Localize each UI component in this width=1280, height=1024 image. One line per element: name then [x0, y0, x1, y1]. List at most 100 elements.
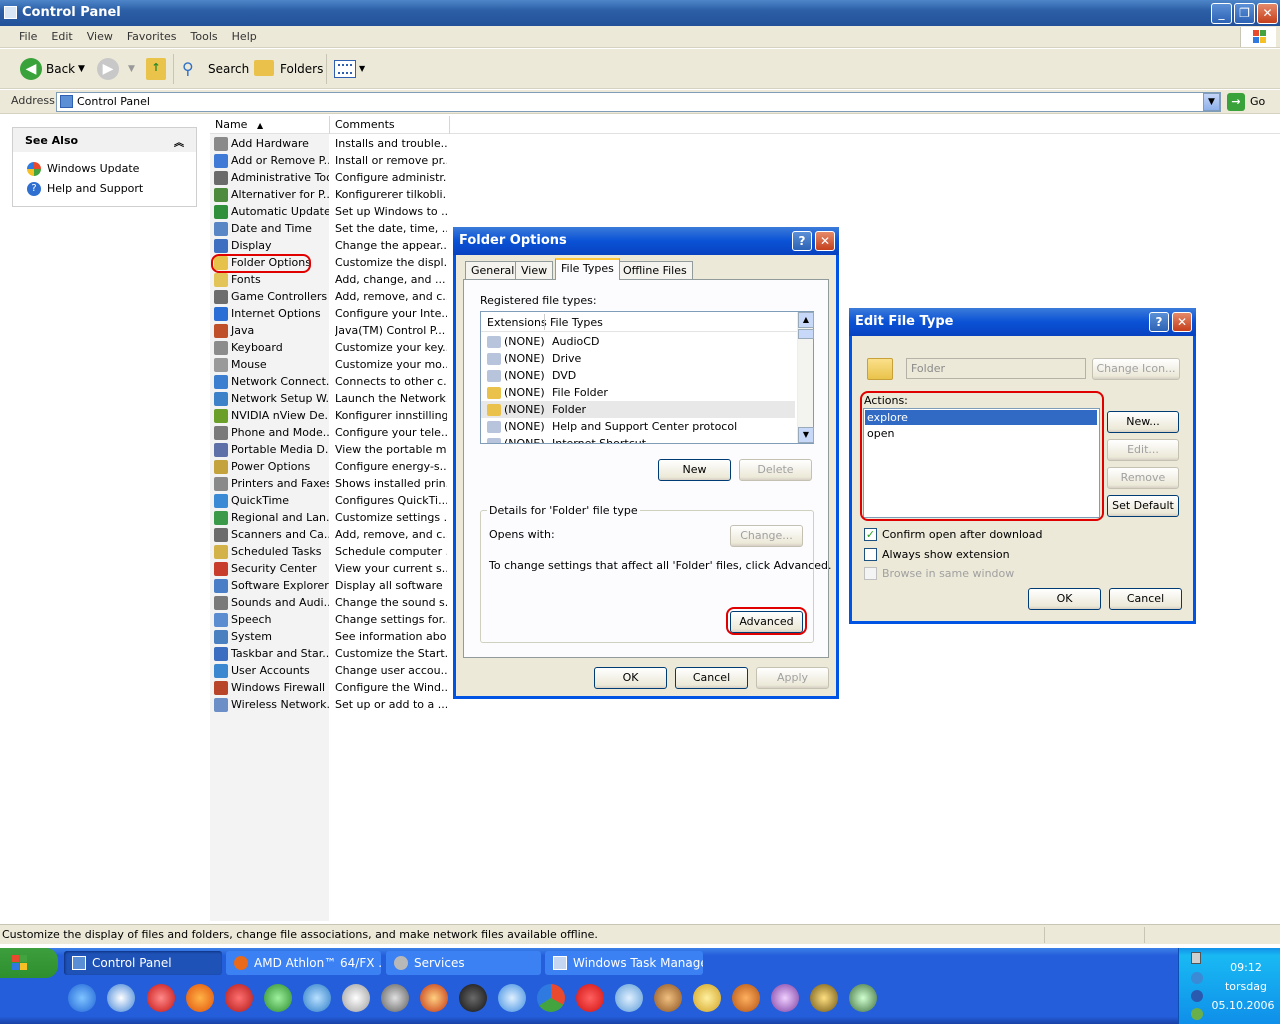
back-button[interactable]: Back [46, 57, 75, 81]
file-type-row[interactable]: (NONE) DVD [481, 367, 795, 384]
editor-icon[interactable] [381, 984, 409, 1012]
burner-icon[interactable] [420, 984, 448, 1012]
menu-tools[interactable]: Tools [184, 26, 225, 47]
confirm-open-checkbox[interactable]: ✓ [864, 528, 877, 541]
help-question-button[interactable]: ? [1149, 312, 1169, 332]
list-item[interactable]: NVIDIA nView De... [214, 407, 329, 424]
file-type-row[interactable]: (NONE) Folder [481, 401, 795, 418]
address-input[interactable]: Control Panel [56, 92, 1221, 112]
menu-view[interactable]: View [80, 26, 120, 47]
search-button[interactable]: Search [208, 57, 249, 81]
menu-edit[interactable]: Edit [44, 26, 79, 47]
delete-type-button[interactable]: Delete [739, 459, 812, 481]
firefox-icon[interactable] [186, 984, 214, 1012]
media-player-icon[interactable] [107, 984, 135, 1012]
file-type-row[interactable]: (NONE) AudioCD [481, 333, 795, 350]
task-control-panel[interactable]: Control Panel [64, 951, 222, 975]
clock-time[interactable]: 09:12 [1213, 961, 1279, 974]
tab-general[interactable]: General [465, 261, 521, 279]
list-item[interactable]: Phone and Mode... [214, 424, 329, 441]
up-folder-icon[interactable]: ↑ [146, 58, 166, 80]
forward-button[interactable]: ▶ [97, 58, 119, 80]
see-also-header[interactable]: See Also ︽ [13, 128, 196, 152]
edit-file-type-ok-button[interactable]: OK [1028, 588, 1101, 610]
list-item[interactable]: Mouse [214, 356, 329, 373]
new-type-button[interactable]: New [658, 459, 731, 481]
list-item[interactable]: Add or Remove P... [214, 152, 329, 169]
search-icon[interactable]: ⚲ [182, 57, 194, 81]
file-type-row[interactable]: (NONE) Drive [481, 350, 795, 367]
list-item[interactable]: Network Setup W... [214, 390, 329, 407]
list-item[interactable]: Regional and Lan... [214, 509, 329, 526]
update-tray-icon[interactable] [1191, 1008, 1203, 1020]
list-item[interactable]: Power Options [214, 458, 329, 475]
notes-icon[interactable] [693, 984, 721, 1012]
list-item[interactable]: Add Hardware [214, 135, 329, 152]
list-item[interactable]: Scanners and Ca... [214, 526, 329, 543]
menu-help[interactable]: Help [225, 26, 264, 47]
list-item[interactable]: Display [214, 237, 329, 254]
list-item[interactable]: Portable Media D... [214, 441, 329, 458]
column-header-name[interactable]: Name ▲ [210, 116, 330, 134]
network-tray-icon[interactable] [1191, 972, 1203, 984]
device-tray-icon[interactable] [1191, 952, 1201, 964]
internet-explorer-icon[interactable] [68, 984, 96, 1012]
menu-favorites[interactable]: Favorites [120, 26, 184, 47]
folder-options-close-button[interactable]: ✕ [815, 231, 835, 251]
folders-icon[interactable] [254, 60, 274, 76]
back-arrow-icon[interactable]: ◀ [20, 58, 42, 80]
list-item[interactable]: Security Center [214, 560, 329, 577]
go-button[interactable]: Go [1250, 95, 1265, 108]
close-button[interactable]: ✕ [1257, 3, 1278, 24]
list-item[interactable]: Wireless Network... [214, 696, 329, 713]
task-services[interactable]: Services [386, 951, 541, 975]
change-icon-button[interactable]: Change Icon... [1092, 358, 1180, 380]
radar-icon[interactable] [459, 984, 487, 1012]
remove-action-button[interactable]: Remove [1107, 467, 1179, 489]
list-item[interactable]: Software Explorers [214, 577, 329, 594]
go-arrow-icon[interactable]: → [1227, 93, 1245, 111]
file-type-row[interactable]: (NONE) File Folder [481, 384, 795, 401]
list-item[interactable]: Java [214, 322, 329, 339]
file-type-row[interactable]: (NONE) Help and Support Center protocol [481, 418, 795, 435]
picasa-icon[interactable] [537, 984, 565, 1012]
tab-offline-files[interactable]: Offline Files [617, 261, 693, 279]
set-default-button[interactable]: Set Default [1107, 495, 1179, 517]
list-item[interactable]: Sounds and Audi... [214, 594, 329, 611]
collapse-chevron-icon[interactable]: ︽ [174, 134, 184, 149]
change-button[interactable]: Change... [730, 525, 803, 547]
game-character-icon[interactable] [654, 984, 682, 1012]
daemon-tools-icon[interactable] [225, 984, 253, 1012]
address-dropdown-icon[interactable]: ▼ [1203, 93, 1220, 111]
column-header-comments[interactable]: Comments [330, 116, 450, 134]
file-types-list[interactable]: Extensions File Types (NONE) AudioCD (NONE… [480, 311, 814, 444]
folder-options-apply-button[interactable]: Apply [756, 667, 829, 689]
alien-icon[interactable] [849, 984, 877, 1012]
list-item[interactable]: Administrative Tools [214, 169, 329, 186]
task-amd-athlon[interactable]: AMD Athlon™ 64/FX ... [226, 951, 381, 975]
label-print-icon[interactable] [342, 984, 370, 1012]
list-item[interactable]: QuickTime [214, 492, 329, 509]
splat-icon[interactable] [576, 984, 604, 1012]
list-item[interactable]: Scheduled Tasks [214, 543, 329, 560]
help-question-button[interactable]: ? [792, 231, 812, 251]
edit-file-type-close-button[interactable]: ✕ [1172, 312, 1192, 332]
scroll-up-icon[interactable]: ▲ [798, 312, 814, 328]
messenger-icon[interactable] [498, 984, 526, 1012]
edit-action-button[interactable]: Edit... [1107, 439, 1179, 461]
browse-same-checkbox[interactable] [864, 567, 877, 580]
file-type-name-field[interactable]: Folder [906, 358, 1086, 379]
list-item[interactable]: Printers and Faxes [214, 475, 329, 492]
map-icon[interactable] [615, 984, 643, 1012]
simcity-icon[interactable] [771, 984, 799, 1012]
list-item[interactable]: User Accounts [214, 662, 329, 679]
forward-dropdown-icon[interactable]: ▼ [128, 57, 135, 81]
network-tool-icon[interactable] [303, 984, 331, 1012]
utorrent-icon[interactable] [264, 984, 292, 1012]
list-item[interactable]: Network Connect... [214, 373, 329, 390]
scroll-down-icon[interactable]: ▼ [798, 427, 814, 443]
list-item[interactable]: Game Controllers [214, 288, 329, 305]
scroll-thumb[interactable] [798, 329, 814, 339]
column-file-types[interactable]: File Types [550, 316, 603, 329]
list-item[interactable]: Date and Time [214, 220, 329, 237]
